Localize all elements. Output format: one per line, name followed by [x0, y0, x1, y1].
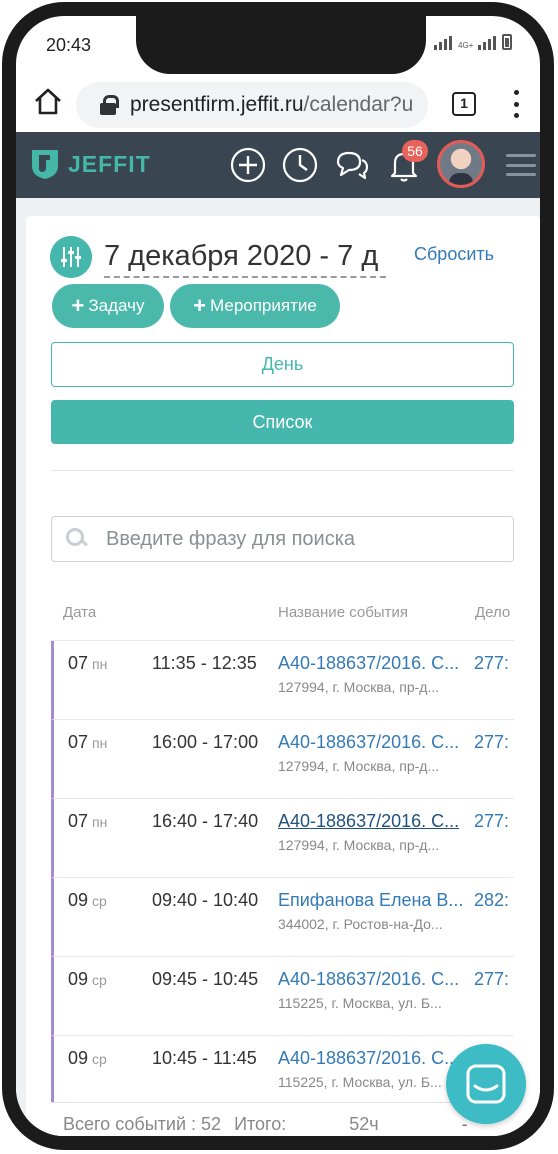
row-time: 09:45 - 10:45	[152, 969, 259, 989]
logo-shield-icon	[32, 150, 58, 179]
row-case-link[interactable]: 277:	[474, 653, 509, 674]
total-label: Итого:	[234, 1114, 287, 1134]
row-time: 10:45 - 11:45	[152, 1048, 257, 1068]
column-event-name[interactable]: Название события	[278, 604, 408, 621]
row-address: 115225, г. Москва, ул. Б...	[278, 995, 442, 1011]
row-title-link[interactable]: А40-188637/2016. С...	[278, 969, 464, 990]
row-address: 115225, г. Москва, ул. Б...	[278, 1074, 442, 1090]
table-row[interactable]: 07 пн 11:35 - 12:35 А40-188637/2016. С...…	[51, 641, 514, 720]
battery-icon	[502, 34, 512, 50]
events-list: 07 пн 11:35 - 12:35 А40-188637/2016. С...…	[51, 640, 514, 1102]
hamburger-menu-icon[interactable]	[506, 154, 536, 176]
row-day: 07 пн	[68, 653, 108, 673]
divider	[51, 470, 514, 471]
plus-icon: +	[193, 293, 207, 318]
table-row[interactable]: 09 ср 09:40 - 10:40 Епифанова Елена В... …	[51, 878, 514, 957]
row-time: 16:00 - 17:00	[152, 732, 259, 752]
lock-icon	[100, 95, 119, 115]
row-case-link[interactable]: 282:	[474, 890, 509, 911]
row-title-link[interactable]: А40-188637/2016. С...	[278, 1048, 464, 1069]
add-task-button[interactable]: + Задачу	[52, 284, 164, 328]
row-day: 07 пн	[68, 732, 108, 752]
row-day: 09 ср	[68, 1048, 107, 1068]
home-icon[interactable]	[32, 86, 64, 118]
row-title-link[interactable]: А40-188637/2016. С...	[278, 732, 464, 753]
totals-bar: Всего событий : 52 Итого: 52ч -	[63, 1114, 476, 1135]
network-type: 4G+	[458, 41, 474, 50]
row-address: 344002, г. Ростов-на-До...	[278, 916, 443, 932]
row-address: 127994, г. Москва, пр-д...	[278, 837, 440, 853]
filter-settings-icon[interactable]	[50, 236, 92, 278]
row-case-link[interactable]: 277:	[474, 811, 509, 832]
search-input[interactable]	[106, 527, 486, 551]
row-time: 11:35 - 12:35	[152, 653, 257, 673]
avatar[interactable]	[437, 140, 485, 188]
add-icon[interactable]	[228, 145, 268, 185]
row-time: 16:40 - 17:40	[152, 811, 259, 831]
status-time: 20:43	[46, 35, 92, 55]
table-row[interactable]: 09 ср 09:45 - 10:45 А40-188637/2016. С...…	[51, 957, 514, 1036]
row-address: 127994, г. Москва, пр-д...	[278, 758, 440, 774]
browser-menu-icon[interactable]	[512, 90, 520, 118]
signal-icon	[434, 34, 452, 50]
list-view-button[interactable]: Список	[51, 400, 514, 444]
url-text: presentfirm.jeffit.ru/calendar?u	[130, 93, 414, 116]
total-hours: 52ч	[349, 1114, 379, 1134]
tab-switcher-button[interactable]: 1	[452, 92, 476, 116]
camera-notch	[136, 16, 426, 74]
row-day: 09 ср	[68, 969, 107, 989]
signal-icon-2	[478, 34, 496, 50]
row-time: 09:40 - 10:40	[152, 890, 259, 910]
add-event-button[interactable]: + Мероприятие	[170, 284, 340, 328]
row-title-link[interactable]: А40-188637/2016. С...	[278, 811, 464, 832]
logo-text: JEFFIT	[68, 150, 151, 177]
row-title-link[interactable]: Епифанова Елена В...	[278, 890, 464, 911]
row-day: 09 ср	[68, 890, 107, 910]
plus-icon: +	[71, 293, 85, 318]
column-case[interactable]: Дело	[475, 604, 510, 621]
row-title-link[interactable]: А40-188637/2016. С...	[278, 653, 464, 674]
chat-icon[interactable]	[332, 145, 372, 185]
row-case-link[interactable]: 277:	[474, 969, 509, 990]
browser-toolbar: presentfirm.jeffit.ru/calendar?u 1	[16, 76, 540, 132]
total-events: Всего событий : 52	[63, 1114, 222, 1134]
row-day: 07 пн	[68, 811, 108, 831]
column-date[interactable]: Дата	[63, 604, 96, 621]
app-header: JEFFIT 56	[16, 132, 540, 198]
table-row[interactable]: 07 пн 16:00 - 17:00 А40-188637/2016. С...…	[51, 720, 514, 799]
table-header: Дата Название события Дело	[51, 600, 514, 640]
footer-divider	[51, 1102, 514, 1103]
day-view-button[interactable]: День	[51, 342, 514, 387]
address-bar[interactable]: presentfirm.jeffit.ru/calendar?u	[76, 82, 428, 128]
table-row[interactable]: 07 пн 16:40 - 17:40 А40-188637/2016. С...…	[51, 799, 514, 878]
search-box[interactable]	[51, 516, 514, 562]
row-case-link[interactable]: 277:	[474, 732, 509, 753]
reset-link[interactable]: Сбросить	[414, 244, 494, 265]
notification-badge: 56	[402, 140, 428, 162]
logo[interactable]: JEFFIT	[30, 148, 151, 180]
date-range-picker[interactable]: 7 декабря 2020 - 7 д	[104, 238, 386, 278]
support-chat-button[interactable]	[446, 1044, 526, 1124]
status-icons: 4G+	[434, 34, 512, 50]
table-row[interactable]: 09 ср 10:45 - 11:45 А40-188637/2016. С...…	[51, 1036, 514, 1102]
row-address: 127994, г. Москва, пр-д...	[278, 679, 440, 695]
search-icon	[66, 528, 88, 550]
clock-icon[interactable]	[280, 145, 320, 185]
